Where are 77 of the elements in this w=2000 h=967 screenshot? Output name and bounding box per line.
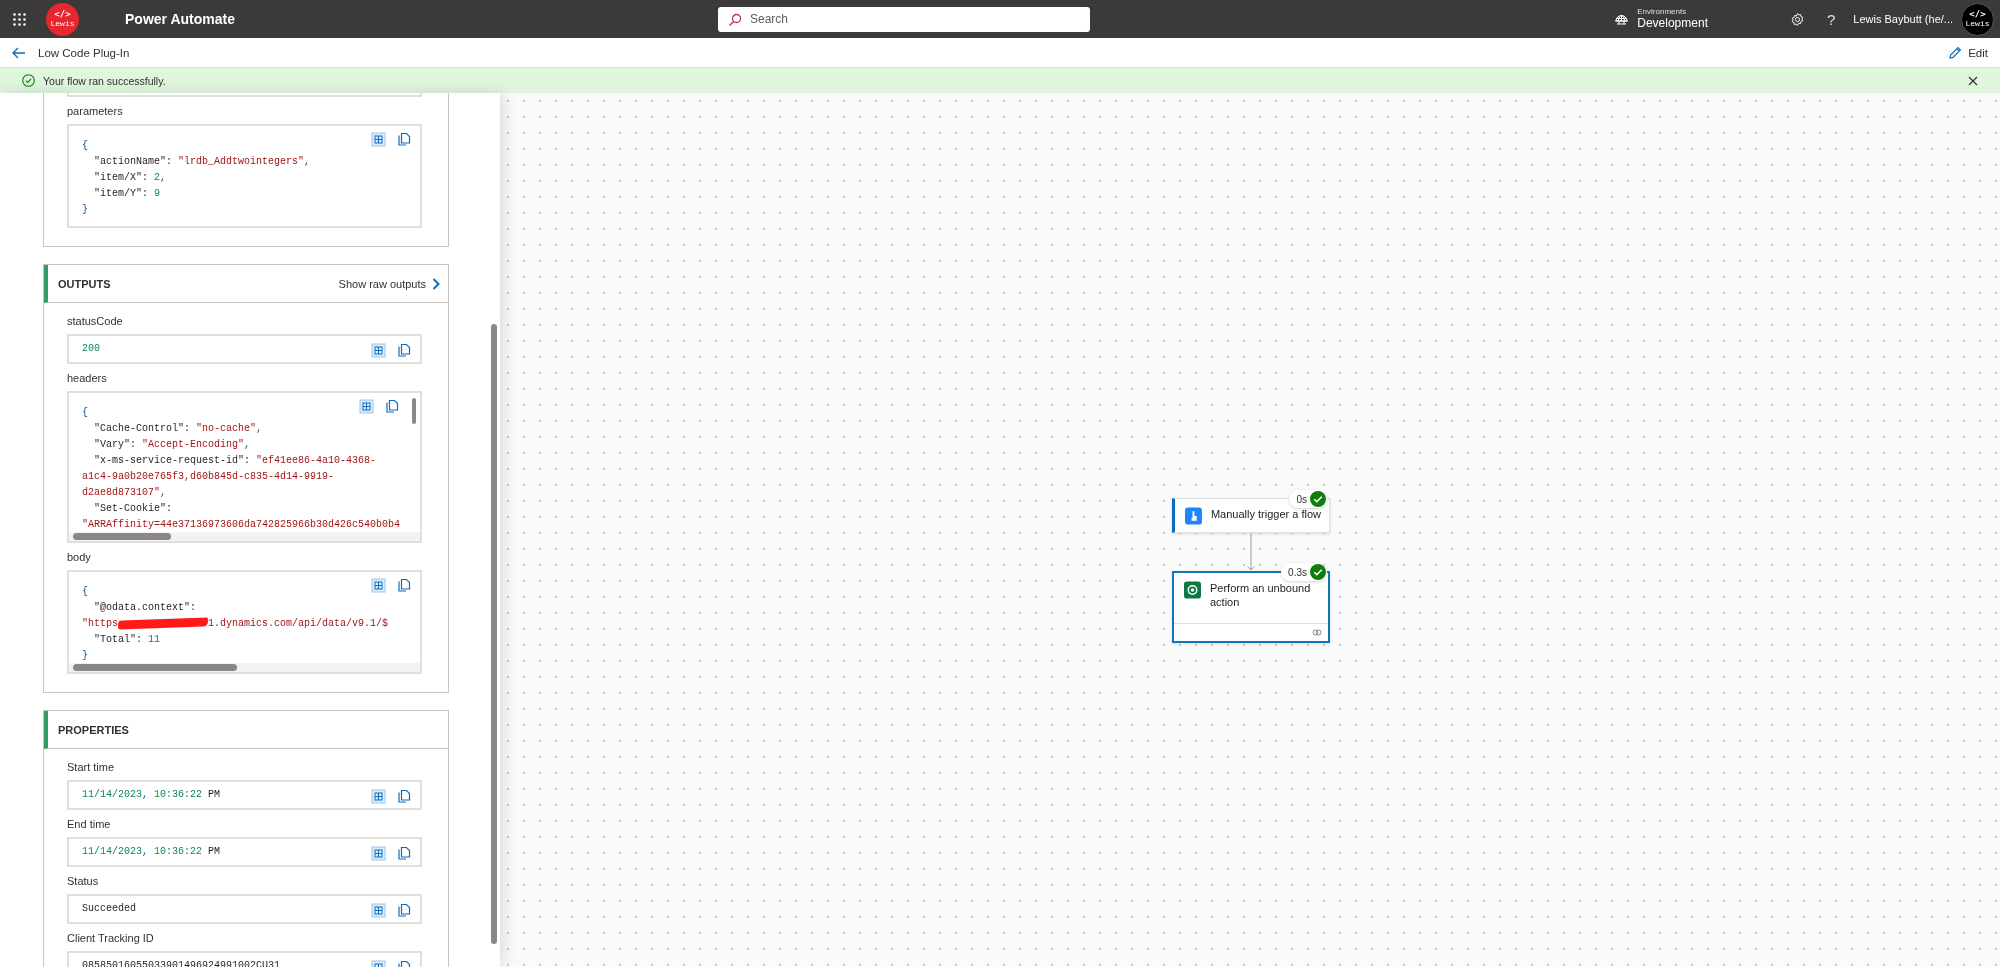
field-label: Client Tracking ID [67, 931, 155, 946]
code-line: } [82, 649, 88, 663]
table-icon[interactable] [371, 132, 386, 147]
scroll-thumb[interactable] [412, 398, 416, 424]
app-name: Power Automate [125, 11, 235, 27]
step-title: Manually trigger a flow [1210, 507, 1321, 521]
step-title: Perform an unbound action [1210, 581, 1312, 609]
section-title: PROPERTIES [58, 723, 130, 736]
app-launcher-icon[interactable] [13, 12, 26, 26]
swirl-icon [1184, 581, 1201, 599]
help-button[interactable]: ? [1827, 10, 1836, 28]
table-icon[interactable] [359, 399, 374, 414]
code-line: { [82, 585, 88, 599]
scroll-thumb[interactable] [73, 664, 237, 671]
code-line: "Vary": "Accept-Encoding", [93, 438, 252, 452]
code-line: } [82, 203, 88, 217]
logo: </> Lewis [46, 2, 79, 36]
section-title: OUTPUTS [58, 277, 112, 290]
scroll-thumb[interactable] [73, 533, 171, 540]
table-icon[interactable] [371, 846, 386, 861]
connector-arrow [1246, 533, 1256, 571]
code-line: "ARRAffinity=44e37136973606da742825966b30d426c540b0b4 [82, 518, 401, 532]
show-raw-outputs-link[interactable]: Show raw outputs [338, 277, 440, 290]
code-line: { [82, 406, 88, 420]
field-label: body [67, 550, 92, 565]
code-line: "actionName": "lrdb_Addtwointegers", [93, 155, 312, 169]
pencil-icon [1948, 45, 1963, 60]
field-label: Status [67, 874, 100, 889]
code-line: a1c4-9a0b20e765f3,d60b845d-c835-4d14-9919- [82, 470, 335, 484]
copy-icon[interactable] [397, 132, 412, 147]
avatar[interactable]: </> Lewis [1961, 2, 1994, 36]
field-value: 11/14/2023, 10:36:22 PM [82, 788, 221, 802]
field-label: End time [67, 817, 112, 832]
field-label: statusCode [67, 314, 124, 329]
table-icon[interactable] [371, 343, 386, 358]
environment-name[interactable]: Development [1637, 16, 1708, 30]
copy-icon[interactable] [397, 578, 412, 593]
table-icon[interactable] [371, 578, 386, 593]
back-arrow-icon[interactable] [12, 46, 26, 59]
field-value: Succeeded [82, 902, 136, 916]
globe-icon[interactable] [1614, 12, 1630, 26]
table-icon[interactable] [371, 789, 386, 804]
environment-label: Environments [1637, 8, 1688, 17]
scroll-thumb[interactable] [491, 324, 497, 944]
settings-icon[interactable] [1790, 11, 1805, 27]
table-icon[interactable] [371, 903, 386, 918]
finger-icon [1185, 507, 1202, 525]
copy-icon[interactable] [397, 903, 412, 918]
code-line: "Set-Cookie": [93, 502, 173, 516]
field-value: 200 [82, 342, 100, 356]
field-value: 11/14/2023, 10:36:22 PM [82, 845, 221, 859]
chevron-right-icon [432, 277, 440, 290]
flow-title: Low Code Plug-In [38, 46, 131, 59]
search-field[interactable]: Search [718, 6, 1090, 32]
code-line: "x-ms-service-request-id": "ef41ee86-4a10-4368- [93, 454, 377, 468]
code-line: "item/Y": 9 [93, 187, 161, 201]
field-label: headers [67, 371, 108, 386]
edit-button[interactable]: Edit [1948, 45, 1988, 60]
user-name[interactable]: Lewis Baybutt (he/... [1853, 13, 1953, 25]
link-icon [1312, 629, 1322, 636]
code-line: "https 1.dynamics.com/api/data/v9.1/$ [82, 616, 389, 632]
check-circle-icon [22, 74, 35, 87]
search-icon [728, 12, 742, 27]
close-icon[interactable] [1968, 75, 1978, 86]
code-line: "@odata.context": [93, 601, 198, 615]
code-line: "Total": 11 [93, 633, 161, 647]
copy-icon[interactable] [385, 399, 400, 414]
code-line: d2ae8d873107", [82, 486, 168, 500]
code-line: { [82, 139, 88, 153]
success-message: Your flow ran successfully. [43, 74, 167, 87]
code-line: "Cache-Control": "no-cache", [93, 422, 264, 436]
code-line: "item/X": 2, [93, 171, 168, 185]
copy-icon[interactable] [397, 343, 412, 358]
copy-icon[interactable] [397, 846, 412, 861]
field-label: parameters [67, 104, 124, 119]
field-label: Start time [67, 760, 116, 775]
copy-icon[interactable] [397, 789, 412, 804]
